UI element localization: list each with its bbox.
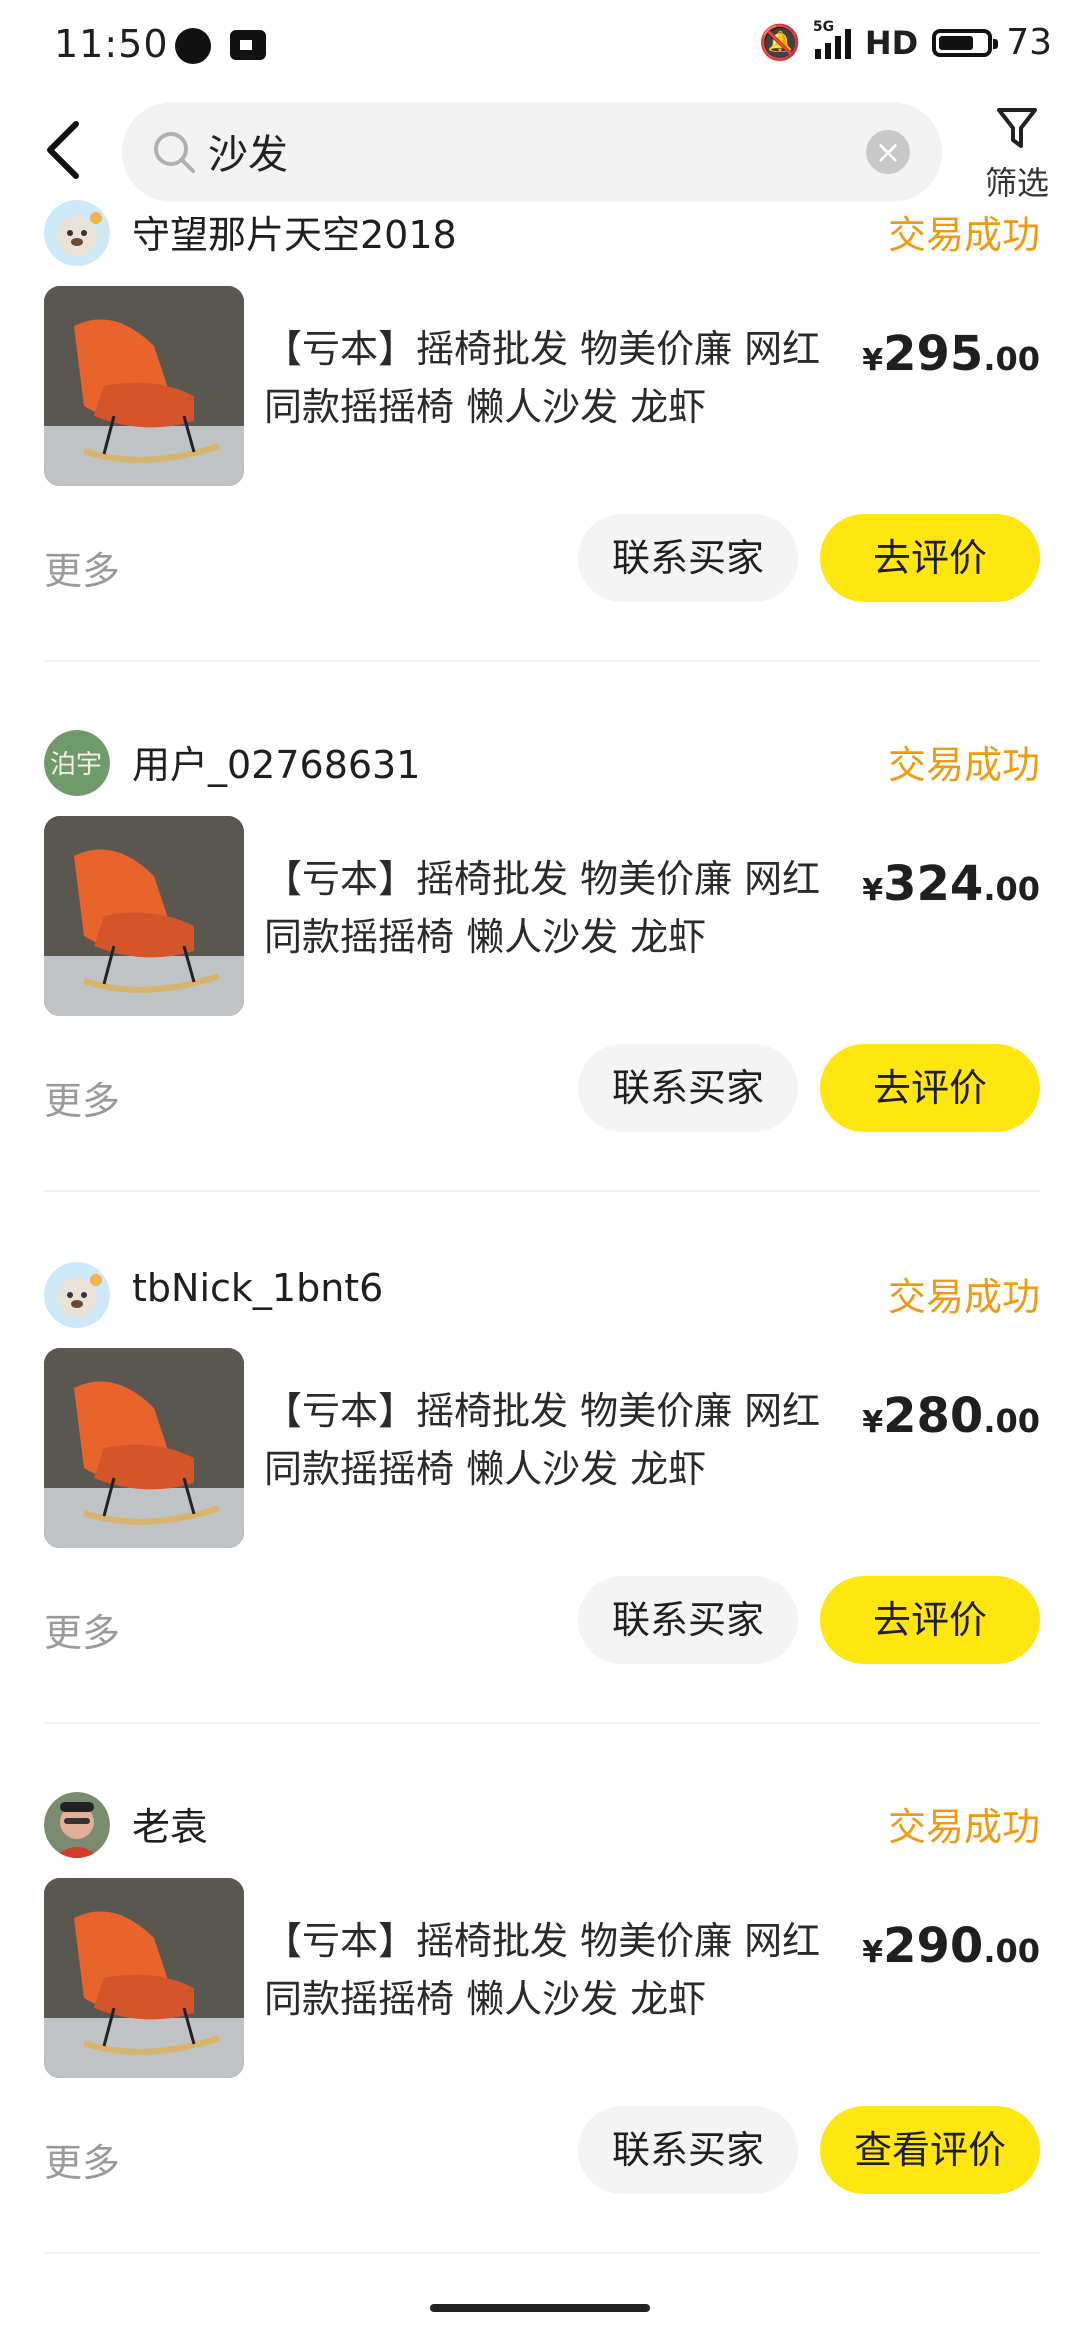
price-decimal: .00 [983,870,1040,908]
search-icon [154,132,195,173]
status-bar: 11:50 🔕 5G HD 73 [0,0,1080,92]
product-thumbnail[interactable] [44,1878,244,2078]
rate-button[interactable]: 去评价 [820,514,1040,602]
order-card: tbNick_1bnt6 交易成功 【亏本】摇椅批发 物美价廉 网红同款摇摇椅 … [44,1262,1040,1792]
order-status: 交易成功 [887,1275,1040,1319]
order-price: ¥290.00 [862,1918,1040,1974]
gallery-notification-icon [230,30,266,60]
view-rating-button[interactable]: 查看评价 [820,2106,1040,2194]
battery-level: 73 [1006,22,1052,63]
product-title[interactable]: 【亏本】摇椅批发 物美价廉 网红同款摇摇椅 懒人沙发 龙虾 [264,850,834,966]
product-title[interactable]: 【亏本】摇椅批发 物美价廉 网红同款摇摇椅 懒人沙发 龙虾 [264,1912,834,2028]
order-status: 交易成功 [887,1805,1040,1849]
price-decimal: .00 [983,1402,1040,1440]
filter-icon [997,108,1037,148]
more-button[interactable]: 更多 [44,540,120,595]
buyer-name: 守望那片天空2018 [132,213,457,257]
network-type-label: 5G [812,18,835,35]
order-card: 老袁 交易成功 【亏本】摇椅批发 物美价廉 网红同款摇摇椅 懒人沙发 龙虾 ¥2… [44,1792,1040,2322]
battery-icon [932,28,999,57]
divider [44,660,1040,662]
notification-dot-icon [175,28,211,64]
price-integer: 324 [883,856,984,912]
search-header: 沙发 × 筛选 [0,100,1080,210]
clear-icon[interactable]: × [866,130,910,174]
price-decimal: .00 [983,340,1040,378]
filter-button[interactable]: 筛选 [972,106,1062,204]
price-currency: ¥ [862,1405,884,1440]
divider [44,1722,1040,1724]
home-indicator[interactable] [430,2304,650,2312]
order-status: 交易成功 [887,213,1040,257]
order-price: ¥295.00 [862,326,1040,382]
hd-label: HD [864,23,919,62]
order-price: ¥324.00 [862,856,1040,912]
price-integer: 290 [883,1918,984,1974]
contact-buyer-button[interactable]: 联系买家 [578,1044,798,1132]
divider [44,2252,1040,2254]
divider [44,1190,1040,1192]
product-thumbnail[interactable] [44,1348,244,1548]
contact-buyer-button[interactable]: 联系买家 [578,2106,798,2194]
back-arrow-icon [47,121,79,179]
order-card: 守望那片天空2018 交易成功 【亏本】摇椅批发 物美价廉 网红同款摇摇椅 懒人… [44,200,1040,730]
price-integer: 280 [883,1388,984,1444]
search-query: 沙发 [208,132,288,178]
avatar[interactable] [44,200,110,266]
contact-buyer-button[interactable]: 联系买家 [578,1576,798,1664]
price-integer: 295 [883,326,984,382]
status-icons: 🔕 5G HD 73 [758,19,1053,64]
product-title[interactable]: 【亏本】摇椅批发 物美价廉 网红同款摇摇椅 懒人沙发 龙虾 [264,320,834,436]
product-title[interactable]: 【亏本】摇椅批发 物美价廉 网红同款摇摇椅 懒人沙发 龙虾 [264,1382,834,1498]
rate-button[interactable]: 去评价 [820,1576,1040,1664]
contact-buyer-button[interactable]: 联系买家 [578,514,798,602]
order-card: 泊宇 用户_02768631 交易成功 【亏本】摇椅批发 物美价廉 网红同款摇摇… [44,730,1040,1260]
mute-icon: 🔕 [758,22,801,63]
filter-label: 筛选 [984,164,1049,202]
search-input[interactable]: 沙发 × [122,102,942,202]
back-button[interactable] [42,118,102,188]
signal-icon: 5G [813,19,851,59]
avatar[interactable] [44,1792,110,1858]
product-thumbnail[interactable] [44,286,244,486]
product-thumbnail[interactable] [44,816,244,1016]
more-button[interactable]: 更多 [44,1602,120,1657]
price-currency: ¥ [862,1935,884,1970]
buyer-name: tbNick_1bnt6 [132,1266,384,1310]
price-decimal: .00 [983,1932,1040,1970]
order-status: 交易成功 [887,743,1040,787]
more-button[interactable]: 更多 [44,2132,120,2187]
buyer-name: 老袁 [132,1805,209,1849]
price-currency: ¥ [862,873,884,908]
avatar-text: 泊宇 [50,750,103,780]
order-price: ¥280.00 [862,1388,1040,1444]
price-currency: ¥ [862,343,884,378]
status-time: 11:50 [54,22,169,66]
more-button[interactable]: 更多 [44,1070,120,1125]
rate-button[interactable]: 去评价 [820,1044,1040,1132]
avatar[interactable]: 泊宇 [44,730,110,796]
avatar[interactable] [44,1262,110,1328]
buyer-name: 用户_02768631 [132,743,421,787]
